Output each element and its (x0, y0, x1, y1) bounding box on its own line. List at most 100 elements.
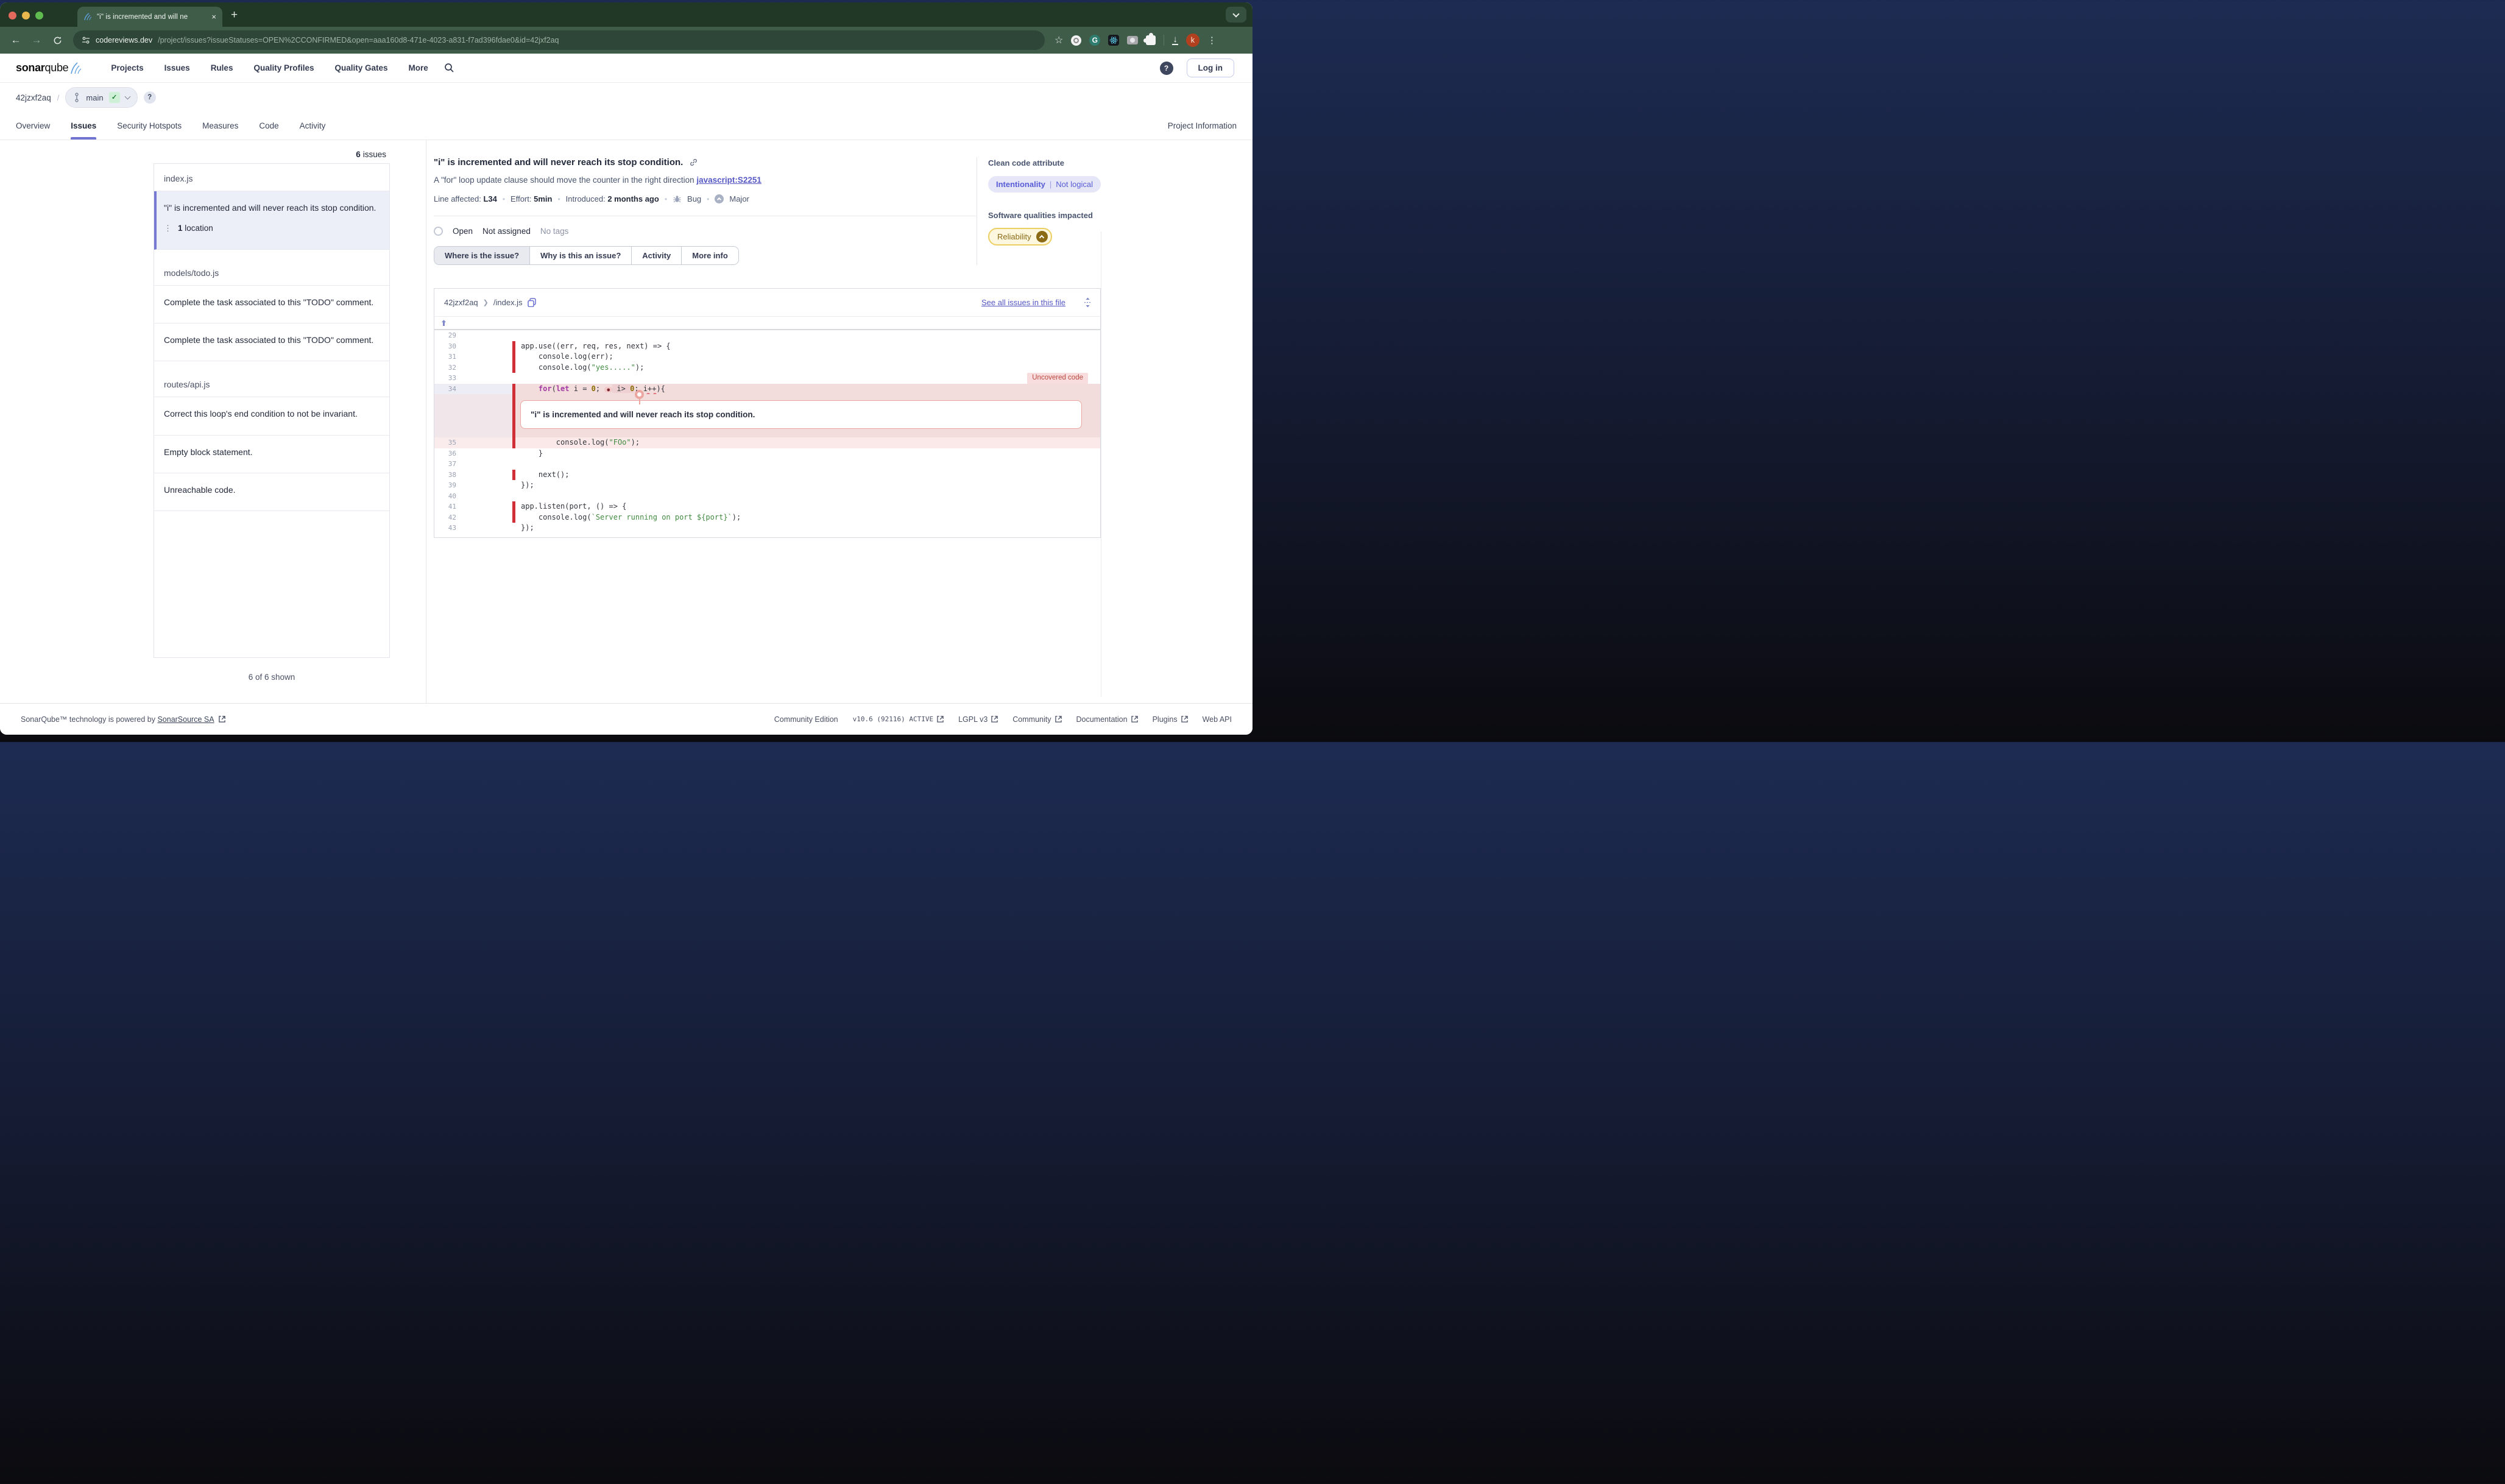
extension-camera-icon[interactable] (1127, 36, 1138, 44)
fullscreen-window-button[interactable] (35, 12, 43, 19)
address-bar[interactable]: codereviews.dev/project/issues?issueStat… (73, 30, 1045, 50)
browser-tab[interactable]: "i" is incremented and will ne × (77, 7, 222, 27)
line-number[interactable]: 38 (434, 470, 456, 481)
close-window-button[interactable] (9, 12, 16, 19)
nav-item-projects[interactable]: Projects (111, 63, 143, 72)
reliability-pill[interactable]: Reliability (988, 228, 1052, 246)
issue-tags[interactable]: No tags (540, 227, 569, 236)
nav-item-quality-gates[interactable]: Quality Gates (334, 63, 387, 72)
line-number[interactable]: 36 (434, 448, 456, 459)
line-number[interactable]: 41 (434, 501, 456, 512)
nav-item-rules[interactable]: Rules (211, 63, 233, 72)
nav-item-quality-profiles[interactable]: Quality Profiles (253, 63, 314, 72)
login-button[interactable]: Log in (1187, 58, 1235, 77)
line-number[interactable]: 43 (434, 523, 456, 534)
footer-link-community[interactable]: Community (1012, 715, 1061, 724)
line-number[interactable]: 42 (434, 512, 456, 523)
code-file-name[interactable]: /index.js (493, 298, 523, 307)
line-number[interactable]: 33 (434, 373, 456, 384)
extensions-puzzle-icon[interactable] (1146, 35, 1156, 45)
reload-button[interactable] (49, 36, 66, 45)
issue-type[interactable]: Bug (687, 194, 701, 203)
issue-list-item[interactable]: Complete the task associated to this "TO… (154, 286, 389, 323)
footer-link-documentation[interactable]: Documentation (1076, 715, 1138, 724)
issue-message-box[interactable]: "i" is incremented and will never reach … (520, 400, 1082, 429)
extension-orbit-icon[interactable] (1071, 35, 1081, 46)
code-line: 38 next(); (434, 470, 1100, 481)
site-settings-icon[interactable] (82, 36, 90, 44)
unfold-icon[interactable] (1084, 297, 1092, 308)
line-code: } (515, 448, 1100, 459)
tab-overview[interactable]: Overview (16, 112, 50, 140)
project-key[interactable]: 42jzxf2aq (16, 93, 51, 102)
expand-lines-above[interactable] (434, 317, 1100, 330)
external-link-icon (219, 716, 225, 723)
new-tab-button[interactable]: + (231, 9, 238, 22)
branch-name: main (86, 93, 103, 102)
footer-link-v10-6-92116-active[interactable]: v10.6 (92116) ACTIVE (853, 715, 944, 723)
see-all-issues-link[interactable]: See all issues in this file (981, 298, 1065, 307)
footer-link-web-api[interactable]: Web API (1203, 715, 1232, 724)
line-number[interactable]: 30 (434, 341, 456, 352)
sonarqube-logo[interactable]: sonarqube (16, 62, 83, 75)
branch-selector[interactable]: main ✓ (65, 87, 137, 108)
detail-tab-why-is-this-an-issue-[interactable]: Why is this an issue? (530, 247, 632, 264)
branch-help-icon[interactable]: ? (144, 91, 156, 104)
tab-security-hotspots[interactable]: Security Hotspots (117, 112, 182, 140)
detail-tab-activity[interactable]: Activity (632, 247, 682, 264)
footer-link-plugins[interactable]: Plugins (1153, 715, 1188, 724)
line-number[interactable]: 37 (434, 459, 456, 470)
footer-link-lgpl-v3[interactable]: LGPL v3 (958, 715, 998, 724)
status-radio-icon[interactable] (434, 227, 443, 236)
sonarsource-link[interactable]: SonarSource SA (157, 715, 214, 724)
nav-item-issues[interactable]: Issues (164, 63, 190, 72)
browser-menu-icon[interactable]: ⋮ (1207, 35, 1217, 46)
line-number[interactable]: 35 (434, 437, 456, 448)
rule-description: A "for" loop update clause should move t… (434, 175, 977, 185)
tab-code[interactable]: Code (259, 112, 278, 140)
issue-list-item[interactable]: Unreachable code. (154, 473, 389, 511)
issue-list-item[interactable]: "i" is incremented and will never reach … (154, 191, 389, 250)
bookmark-star-icon[interactable]: ☆ (1055, 34, 1063, 46)
back-button[interactable]: ← (7, 34, 24, 46)
line-number[interactable]: 40 (434, 491, 456, 502)
issue-status[interactable]: Open (453, 227, 473, 236)
browser-toolbar: ← → codereviews.dev/project/issues?issue… (0, 27, 1252, 54)
search-icon[interactable] (444, 63, 454, 73)
detail-tab-more-info[interactable]: More info (682, 247, 738, 264)
brand-light: qube (45, 62, 69, 74)
code-project-key[interactable]: 42jzxf2aq (444, 298, 478, 307)
tab-measures[interactable]: Measures (202, 112, 238, 140)
line-number[interactable]: 32 (434, 362, 456, 373)
detail-tab-where-is-the-issue-[interactable]: Where is the issue? (434, 247, 530, 264)
rule-link[interactable]: javascript:S2251 (696, 175, 761, 185)
issue-severity[interactable]: Major (729, 194, 749, 203)
issue-item-text: Unreachable code. (164, 484, 380, 496)
copy-icon[interactable] (528, 298, 536, 307)
downloads-icon[interactable]: ↓ (1172, 35, 1178, 45)
tab-issues[interactable]: Issues (71, 112, 96, 140)
issue-list-item[interactable]: Correct this loop's end condition to not… (154, 397, 389, 435)
extension-react-devtools-icon[interactable] (1108, 35, 1119, 46)
nav-item-more[interactable]: More (409, 63, 428, 72)
attribute-pill[interactable]: Intentionality | Not logical (988, 176, 1101, 193)
minimize-window-button[interactable] (22, 12, 30, 19)
profile-avatar[interactable]: k (1186, 34, 1200, 47)
line-number[interactable]: 29 (434, 330, 456, 341)
issue-list-item[interactable]: Empty block statement. (154, 436, 389, 473)
issue-assignee[interactable]: Not assigned (482, 227, 531, 236)
tab-search-button[interactable] (1226, 7, 1246, 23)
code-line: 41app.listen(port, () => { (434, 501, 1100, 512)
permalink-icon[interactable] (689, 158, 698, 167)
line-number[interactable]: 31 (434, 352, 456, 362)
tab-activity[interactable]: Activity (300, 112, 326, 140)
line-number[interactable]: 34 (434, 384, 456, 395)
project-information-link[interactable]: Project Information (1168, 121, 1237, 130)
close-tab-icon[interactable]: × (211, 12, 216, 21)
extension-grammarly-icon[interactable]: G (1089, 35, 1100, 46)
help-icon[interactable]: ? (1160, 62, 1173, 75)
footer-link-community-edition[interactable]: Community Edition (774, 715, 838, 724)
issue-list-item[interactable]: Complete the task associated to this "TO… (154, 323, 389, 361)
forward-button[interactable]: → (28, 34, 45, 46)
line-number[interactable]: 39 (434, 480, 456, 491)
